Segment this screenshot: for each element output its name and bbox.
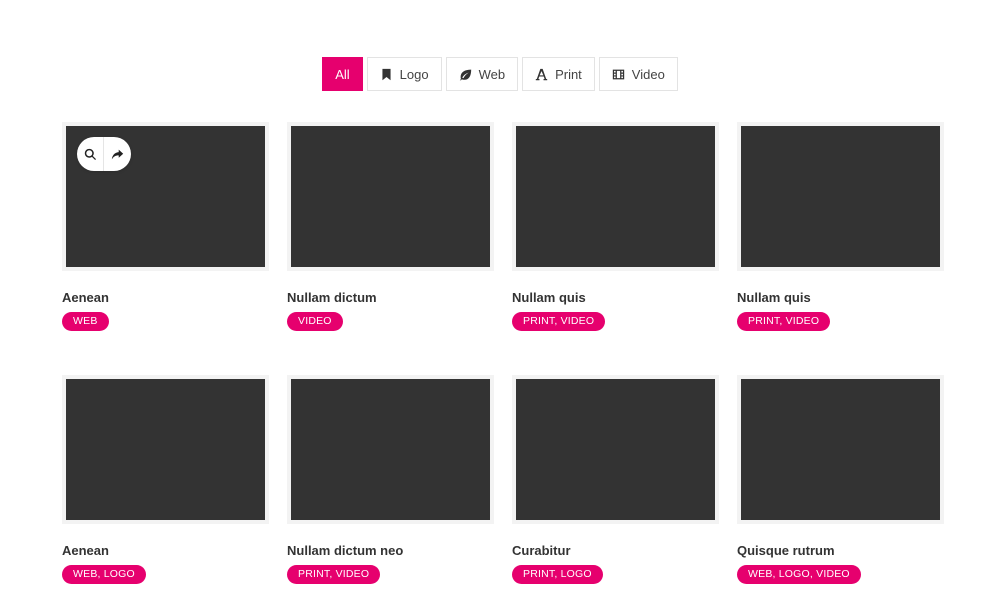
item-title[interactable]: Quisque rutrum	[737, 543, 944, 559]
font-icon	[535, 68, 548, 81]
item-category-badge: PRINT, VIDEO	[512, 312, 606, 331]
leaf-icon	[459, 68, 472, 81]
filter-print-button[interactable]: Print	[522, 57, 595, 91]
portfolio-item[interactable]: Nullam dictum neo PRINT, VIDEO	[287, 375, 494, 584]
filter-web-label: Web	[478, 66, 506, 82]
portfolio-item[interactable]: Curabitur PRINT, LOGO	[512, 375, 719, 584]
filter-all-label: All	[335, 66, 350, 82]
portfolio-thumbnail[interactable]	[737, 122, 944, 271]
item-action-overlay	[77, 137, 131, 171]
filter-video-label: Video	[631, 66, 665, 82]
portfolio-grid: Aenean WEB Nullam dictum VIDEO Nullam qu…	[62, 122, 944, 584]
filter-logo-button[interactable]: Logo	[366, 57, 442, 91]
filter-video-button[interactable]: Video	[598, 57, 678, 91]
portfolio-item[interactable]: Aenean WEB, LOGO	[62, 375, 269, 584]
portfolio-thumbnail[interactable]	[287, 375, 494, 524]
portfolio-filter-bar: All Logo Web Print Video	[0, 57, 1000, 91]
item-category-badge: VIDEO	[287, 312, 343, 331]
item-title[interactable]: Aenean	[62, 543, 269, 559]
filter-all-button[interactable]: All	[322, 57, 363, 91]
portfolio-item[interactable]: Quisque rutrum WEB, LOGO, VIDEO	[737, 375, 944, 584]
item-title[interactable]: Aenean	[62, 290, 269, 306]
item-category-badge: WEB, LOGO	[62, 565, 146, 584]
portfolio-thumbnail[interactable]	[512, 122, 719, 271]
portfolio-item[interactable]: Nullam quis PRINT, VIDEO	[512, 122, 719, 331]
search-icon[interactable]	[77, 137, 104, 171]
portfolio-thumbnail[interactable]	[737, 375, 944, 524]
portfolio-item[interactable]: Nullam dictum VIDEO	[287, 122, 494, 331]
film-icon	[612, 68, 625, 81]
item-category-badge: WEB	[62, 312, 109, 331]
share-icon[interactable]	[104, 137, 131, 171]
portfolio-item[interactable]: Nullam quis PRINT, VIDEO	[737, 122, 944, 331]
filter-web-button[interactable]: Web	[445, 57, 519, 91]
item-title[interactable]: Nullam dictum neo	[287, 543, 494, 559]
bookmark-icon	[380, 68, 393, 81]
portfolio-item[interactable]: Aenean WEB	[62, 122, 269, 331]
item-title[interactable]: Nullam quis	[512, 290, 719, 306]
portfolio-thumbnail[interactable]	[62, 122, 269, 271]
item-title[interactable]: Nullam dictum	[287, 290, 494, 306]
filter-print-label: Print	[555, 66, 582, 82]
portfolio-thumbnail[interactable]	[62, 375, 269, 524]
item-category-badge: WEB, LOGO, VIDEO	[737, 565, 861, 584]
item-category-badge: PRINT, LOGO	[512, 565, 603, 584]
item-title[interactable]: Curabitur	[512, 543, 719, 559]
item-title[interactable]: Nullam quis	[737, 290, 944, 306]
item-category-badge: PRINT, VIDEO	[737, 312, 831, 331]
item-category-badge: PRINT, VIDEO	[287, 565, 381, 584]
portfolio-thumbnail[interactable]	[512, 375, 719, 524]
portfolio-thumbnail[interactable]	[287, 122, 494, 271]
filter-logo-label: Logo	[399, 66, 429, 82]
